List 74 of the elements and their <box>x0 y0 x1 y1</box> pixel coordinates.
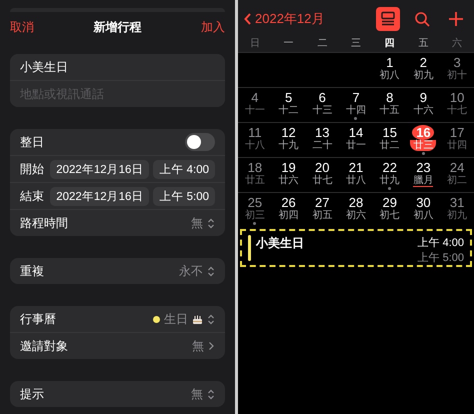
chevron-right-icon <box>208 341 215 351</box>
up-down-chevron-icon <box>207 218 215 228</box>
calendar-day[interactable]: 11 十八 <box>244 123 266 155</box>
up-down-chevron-icon <box>207 266 215 276</box>
add-button[interactable]: 加入 <box>201 18 225 36</box>
calendar-day[interactable]: 8 十五 <box>378 88 401 120</box>
row-label: 路程時間 <box>20 214 69 232</box>
row-value: 生日 <box>164 310 188 328</box>
row-label: 開始 <box>20 160 45 178</box>
calendar-day[interactable]: 1 初八 <box>378 53 401 85</box>
month-back-button[interactable]: 2022年12月 <box>244 10 366 28</box>
row-label: 行事曆 <box>20 310 57 328</box>
plus-icon <box>448 11 464 27</box>
calendar-day[interactable]: 18 廿五 <box>244 158 266 190</box>
calendar-day[interactable]: 3 初十 <box>446 53 468 85</box>
calendar-day[interactable]: 25 初三 <box>244 193 266 225</box>
date-button[interactable]: 2022年12月16日 <box>50 186 150 206</box>
row-label: 邀請對象 <box>20 338 69 354</box>
row-value: 無 <box>191 386 203 402</box>
weekday-label: 三 <box>350 38 362 50</box>
time-button[interactable]: 上午 5:00 <box>153 186 215 206</box>
all-day-switch[interactable] <box>185 133 215 151</box>
cake-icon <box>192 314 203 324</box>
weekday-label: 一 <box>282 38 295 50</box>
row-label: 提示 <box>20 386 45 402</box>
event-start-time: 上午 4:00 <box>418 236 464 250</box>
calendar-day[interactable]: 29 初七 <box>378 193 401 225</box>
row-value: 無 <box>191 214 203 232</box>
weekday-label: 五 <box>417 38 430 50</box>
calendar-day[interactable]: 12 十九 <box>278 123 300 155</box>
row-label: 整日 <box>20 134 45 150</box>
event-item[interactable]: 小美生日 上午 4:00 上午 5:00 <box>240 229 472 267</box>
up-down-chevron-icon <box>207 314 215 324</box>
event-end-time: 上午 5:00 <box>418 251 464 265</box>
calendar-day[interactable]: 17 廿四 <box>446 123 468 155</box>
calendar-day[interactable]: 19 廿六 <box>278 158 300 190</box>
sheet-title: 新增行程 <box>94 18 142 36</box>
calendar-day[interactable]: 4 十一 <box>244 88 266 120</box>
calendar-day[interactable]: 20 廿七 <box>311 158 334 190</box>
calendar-day[interactable]: 15 廿二 <box>378 123 401 155</box>
calendar-day[interactable]: 24 初二 <box>446 158 468 190</box>
search-icon <box>414 11 430 27</box>
date-button[interactable]: 2022年12月16日 <box>50 160 150 178</box>
weekday-label: 六 <box>451 38 464 50</box>
calendar-day[interactable]: 2 初九 <box>412 53 434 85</box>
cancel-button[interactable]: 取消 <box>10 18 34 36</box>
calendar-day[interactable]: 5 十二 <box>278 88 300 120</box>
calendar-day[interactable]: 10 十七 <box>446 88 468 120</box>
calendar-day[interactable]: 13 二十 <box>311 123 334 155</box>
calendar-day[interactable]: 30 初八 <box>412 193 434 225</box>
list-view-button[interactable] <box>376 7 400 31</box>
calendar-day[interactable]: 21 廿八 <box>344 158 367 190</box>
calendar-day[interactable]: 23 臘月 <box>412 158 434 191</box>
event-title: 小美生日 <box>256 235 305 252</box>
weekday-label: 日 <box>248 38 261 50</box>
weekday-label: 二 <box>316 38 328 50</box>
list-view-icon <box>380 11 396 27</box>
weekday-label: 四 <box>384 38 396 50</box>
calendar-day[interactable]: 31 初九 <box>446 193 468 225</box>
time-button[interactable]: 上午 4:00 <box>153 160 215 178</box>
calendar-day[interactable]: 22 廿九 <box>378 158 401 190</box>
calendar-day[interactable]: 14 廿一 <box>344 123 367 155</box>
row-value: 無 <box>192 338 204 354</box>
calendar-day[interactable]: 6 十三 <box>311 88 334 120</box>
calendar-day[interactable]: 27 初五 <box>311 193 334 225</box>
calendar-day[interactable]: 28 初六 <box>344 193 367 225</box>
row-label: 重複 <box>20 262 45 280</box>
up-down-chevron-icon <box>207 388 215 400</box>
calendar-day[interactable]: 7 十四 <box>344 88 367 120</box>
calendar-day[interactable]: 9 十六 <box>412 88 434 120</box>
calendar-day[interactable]: 26 初四 <box>278 193 300 225</box>
row-label: 結束 <box>20 188 45 204</box>
back-chevron-icon <box>244 13 252 25</box>
row-value: 永不 <box>179 262 203 280</box>
